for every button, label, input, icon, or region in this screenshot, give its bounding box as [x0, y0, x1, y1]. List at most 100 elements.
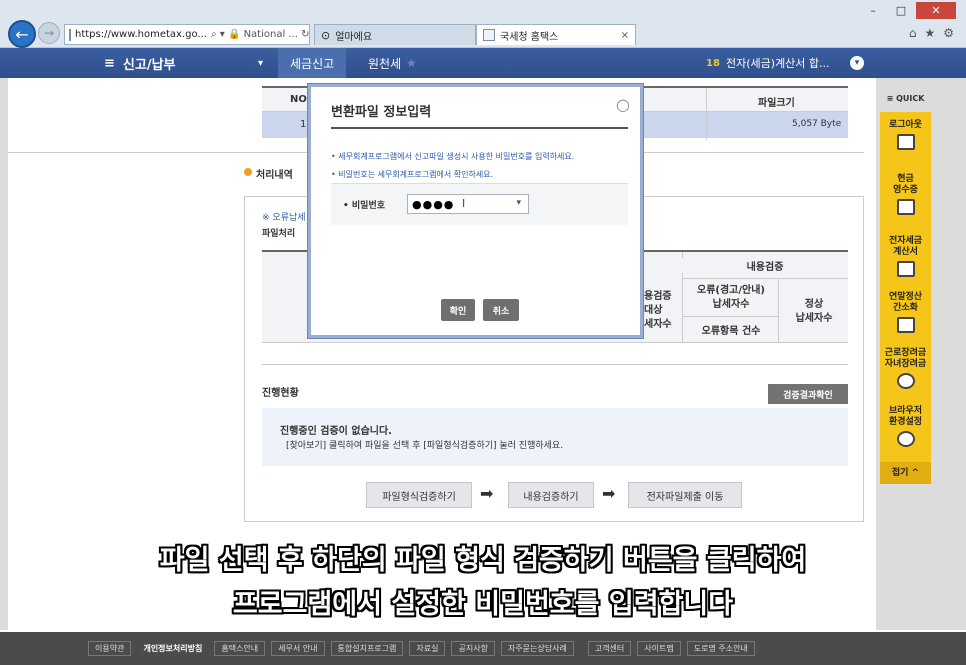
- quick-cash-receipt[interactable]: 현금 영수증: [880, 174, 931, 215]
- notice-number: 18: [706, 57, 720, 69]
- modal-title-rule: [331, 127, 628, 129]
- footer-hometax-guide[interactable]: 홈택스안내: [214, 641, 266, 656]
- error-taxpayers-header: 오류(경고/안내) 납세자수: [686, 284, 776, 312]
- close-window-button[interactable]: ✕: [916, 2, 956, 19]
- address-icons: ⌕ ▾ 🔒 National ... ↻: [210, 29, 310, 40]
- password-input[interactable]: ●●●● I ▾: [407, 194, 529, 214]
- quick-label: 브라우저 환경설정: [888, 406, 923, 427]
- footer-install[interactable]: 통합설치프로그램: [330, 641, 404, 656]
- progress-title: 진행현황: [262, 388, 299, 399]
- tab-close-icon[interactable]: ×: [621, 30, 629, 41]
- lock-icon: [896, 134, 915, 150]
- quick-title: ≡ QUICK: [886, 94, 925, 103]
- confirm-button[interactable]: 확인: [441, 299, 475, 321]
- progress-status-box: [262, 408, 848, 466]
- subtitle-line-1: 파일 선택 후 하단의 파일 형식 검증하기 버튼을 클릭하여: [159, 545, 807, 576]
- back-arrow-icon: ←: [15, 24, 29, 44]
- file-processing-label: 파일처리: [262, 229, 296, 239]
- footer-tax-office[interactable]: 세무서 안내: [271, 641, 325, 656]
- quick-browser-settings[interactable]: 브라우저 환경설정: [880, 406, 931, 447]
- footer-archive[interactable]: 자료실: [409, 641, 446, 656]
- gear-icon: [896, 431, 915, 447]
- quick-label: 로그아웃: [888, 120, 923, 130]
- main-menu[interactable]: ≡ 신고/납부: [104, 48, 176, 78]
- forward-arrow-icon: →: [43, 26, 55, 40]
- error-items-header: 오류항목 건수: [686, 322, 776, 337]
- e-file-submit-button[interactable]: 전자파일제출 이동: [628, 482, 742, 508]
- tab-eolmaeyo[interactable]: ⊙ 얼마에요: [314, 24, 476, 45]
- back-button[interactable]: ←: [8, 20, 36, 48]
- footer-notice[interactable]: 공지사항: [451, 641, 495, 656]
- maximize-button[interactable]: □: [888, 2, 914, 19]
- menu-icon: ≡: [104, 55, 115, 71]
- quick-label: 연말정산 간소화: [888, 292, 923, 313]
- process-table-bottom: [262, 342, 848, 343]
- tab-label: 얼마에요: [335, 31, 373, 43]
- footer-terms[interactable]: 이용약관: [88, 641, 132, 656]
- convert-file-info-modal: 변환파일 정보입력 ○ • 세무회계프로그램에서 신고파일 생성시 사용한 비밀…: [308, 84, 643, 338]
- tab-hometax[interactable]: 국세청 홈택스 ×: [476, 24, 636, 45]
- minimize-button[interactable]: –: [860, 2, 886, 19]
- content-verify-button[interactable]: 내용검증하기: [508, 482, 594, 508]
- breadcrumb-withholding[interactable]: 원천세: [368, 48, 401, 78]
- footer-privacy[interactable]: 개인정보처리방침: [137, 641, 208, 656]
- quick-label: 현금 영수증: [893, 174, 918, 195]
- subtitle-line-2: 프로그램에서 설정한 비밀번호를 입력합니다: [232, 589, 734, 620]
- calculator-icon: [896, 317, 915, 333]
- quick-fold-button[interactable]: 접기 ^: [880, 462, 931, 484]
- divider: [262, 364, 848, 365]
- step-arrow-icon: ➡: [602, 484, 616, 503]
- settings-icon[interactable]: ⚙: [943, 26, 954, 40]
- row-file-size: 5,057 Byte: [792, 119, 842, 129]
- favorites-icon[interactable]: ★: [924, 26, 935, 40]
- password-value: ●●●●: [412, 197, 455, 211]
- nav-dropdown-icon[interactable]: ▾: [850, 56, 864, 70]
- modal-close-icon[interactable]: ○: [616, 95, 630, 114]
- receipt-icon: [896, 199, 915, 215]
- address-bar[interactable]: https://www.hometax.go... ⌕ ▾ 🔒 National…: [64, 24, 310, 45]
- password-row: • 비밀번호 ●●●● I ▾: [331, 183, 628, 225]
- quick-e-tax-invoice[interactable]: 전자세금 계산서: [880, 236, 931, 277]
- window-controls: – □ ✕: [860, 2, 956, 19]
- divider: [682, 278, 848, 279]
- quick-sidebar: 로그아웃 현금 영수증 전자세금 계산서 연말정산 간소화 근로장려금 자녀장려…: [880, 112, 931, 484]
- quick-logout[interactable]: 로그아웃: [880, 120, 931, 150]
- invoice-icon: [896, 261, 915, 277]
- verify-result-button[interactable]: 검증결과확인: [768, 384, 848, 404]
- col-no: NO: [290, 94, 307, 105]
- footer-road-address[interactable]: 도로명 주소안내: [686, 641, 755, 656]
- password-dropdown-icon[interactable]: ▾: [516, 198, 522, 208]
- site-favicon-icon: [69, 28, 71, 41]
- footer-faq[interactable]: 자주묻는상담사례: [500, 641, 574, 656]
- col-file-size: 파일크기: [758, 94, 795, 109]
- file-format-verify-button[interactable]: 파일형식검증하기: [366, 482, 472, 508]
- menu-label: 신고/납부: [122, 57, 176, 73]
- breadcrumb-tax-filing[interactable]: 세금신고: [278, 48, 346, 78]
- divider: [778, 278, 779, 342]
- quick-incentive[interactable]: 근로장려금 자녀장려금: [880, 348, 931, 389]
- password-label: • 비밀번호: [343, 201, 386, 211]
- browser-tools: ⌂ ★ ⚙: [909, 26, 954, 40]
- forward-button[interactable]: →: [38, 22, 60, 44]
- home-icon[interactable]: ⌂: [909, 26, 917, 40]
- footer-customer-center[interactable]: 고객센터: [587, 641, 632, 656]
- menu-dropdown-icon[interactable]: ▾: [258, 48, 263, 78]
- search-tab-icon: ⊙: [321, 28, 331, 42]
- e-invoice-link[interactable]: 전자(세금)계산서 합...: [726, 48, 830, 78]
- progress-instruction: [찾아보기] 클릭하여 파일을 선택 후 [파일형식검증하기] 눌러 진행하세요…: [286, 441, 564, 451]
- process-section-title: 처리내역: [256, 170, 293, 181]
- favorite-star-icon[interactable]: ★: [406, 48, 417, 78]
- section-bullet-icon: [244, 168, 252, 176]
- normal-taxpayers-header: 정상 납세자수: [782, 298, 846, 326]
- modal-note-2: • 비밀번호는 세무회계프로그램에서 확인하세요.: [331, 170, 494, 179]
- footer-sitemap[interactable]: 사이트맵: [637, 641, 681, 656]
- verify-target-header: 용검증 대상 세자수: [644, 290, 676, 332]
- cancel-button[interactable]: 취소: [483, 299, 519, 321]
- quick-year-end[interactable]: 연말정산 간소화: [880, 292, 931, 333]
- site-footer: 이용약관 개인정보처리방침 홈택스안내 세무서 안내 통합설치프로그램 자료실 …: [0, 632, 966, 665]
- hometax-favicon-icon: [483, 29, 495, 41]
- quick-label: 근로장려금 자녀장려금: [884, 348, 927, 369]
- address-url: https://www.hometax.go...: [75, 29, 207, 40]
- top-navigation: ≡ 신고/납부 ▾ 세금신고 원천세 ★ 18 전자(세금)계산서 합... ▾: [0, 48, 966, 78]
- heart-icon: [896, 373, 915, 389]
